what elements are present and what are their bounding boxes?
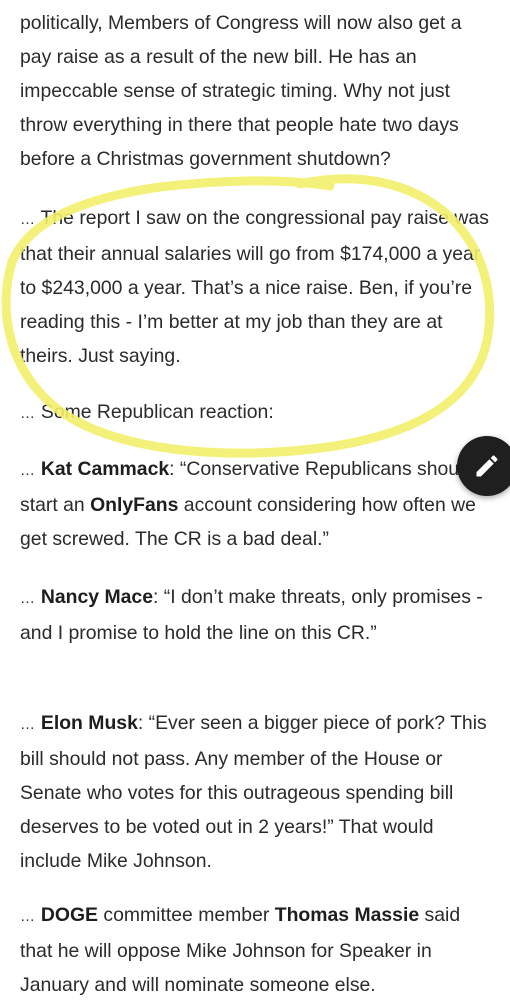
quote-elon-musk: … Elon Musk: “Ever seen a bigger piece o… bbox=[20, 706, 494, 878]
bold-word: OnlyFans bbox=[90, 494, 179, 516]
speaker-name: Nancy Mace bbox=[40, 586, 153, 608]
member-name: Thomas Massie bbox=[274, 904, 420, 926]
ellipsis: … bbox=[20, 211, 36, 228]
speaker-name: Kat Cammack bbox=[40, 458, 170, 480]
org-name: DOGE bbox=[40, 904, 98, 926]
paragraph-pay-raise: … The report I saw on the congressional … bbox=[20, 201, 494, 373]
paragraph-text: committee member bbox=[98, 904, 275, 926]
ellipsis: … bbox=[20, 462, 36, 479]
ellipsis: … bbox=[20, 405, 36, 422]
paragraph-text: The report I saw on the congressional pa… bbox=[20, 207, 489, 367]
paragraph-1: politically, Members of Congress will no… bbox=[20, 6, 494, 176]
paragraph-text: politically, Members of Congress will no… bbox=[20, 12, 462, 170]
paragraph-republican-reaction: … Some Republican reaction: bbox=[20, 395, 494, 431]
paragraph-doge: … DOGE committee member Thomas Massie sa… bbox=[20, 898, 494, 1002]
quote-kat-cammack: … Kat Cammack: “Conservative Republicans… bbox=[20, 452, 494, 556]
edit-fab-button[interactable] bbox=[457, 436, 510, 496]
speaker-name: Elon Musk bbox=[40, 712, 138, 734]
ellipsis: … bbox=[20, 908, 36, 925]
paragraph-text: Some Republican reaction: bbox=[35, 401, 274, 423]
ellipsis: … bbox=[20, 716, 36, 733]
pencil-icon bbox=[476, 455, 498, 477]
ellipsis: … bbox=[20, 590, 36, 607]
quote-text: : “Ever seen a bigger piece of pork? Thi… bbox=[20, 712, 487, 872]
quote-nancy-mace: … Nancy Mace: “I don’t make threats, onl… bbox=[20, 580, 494, 650]
